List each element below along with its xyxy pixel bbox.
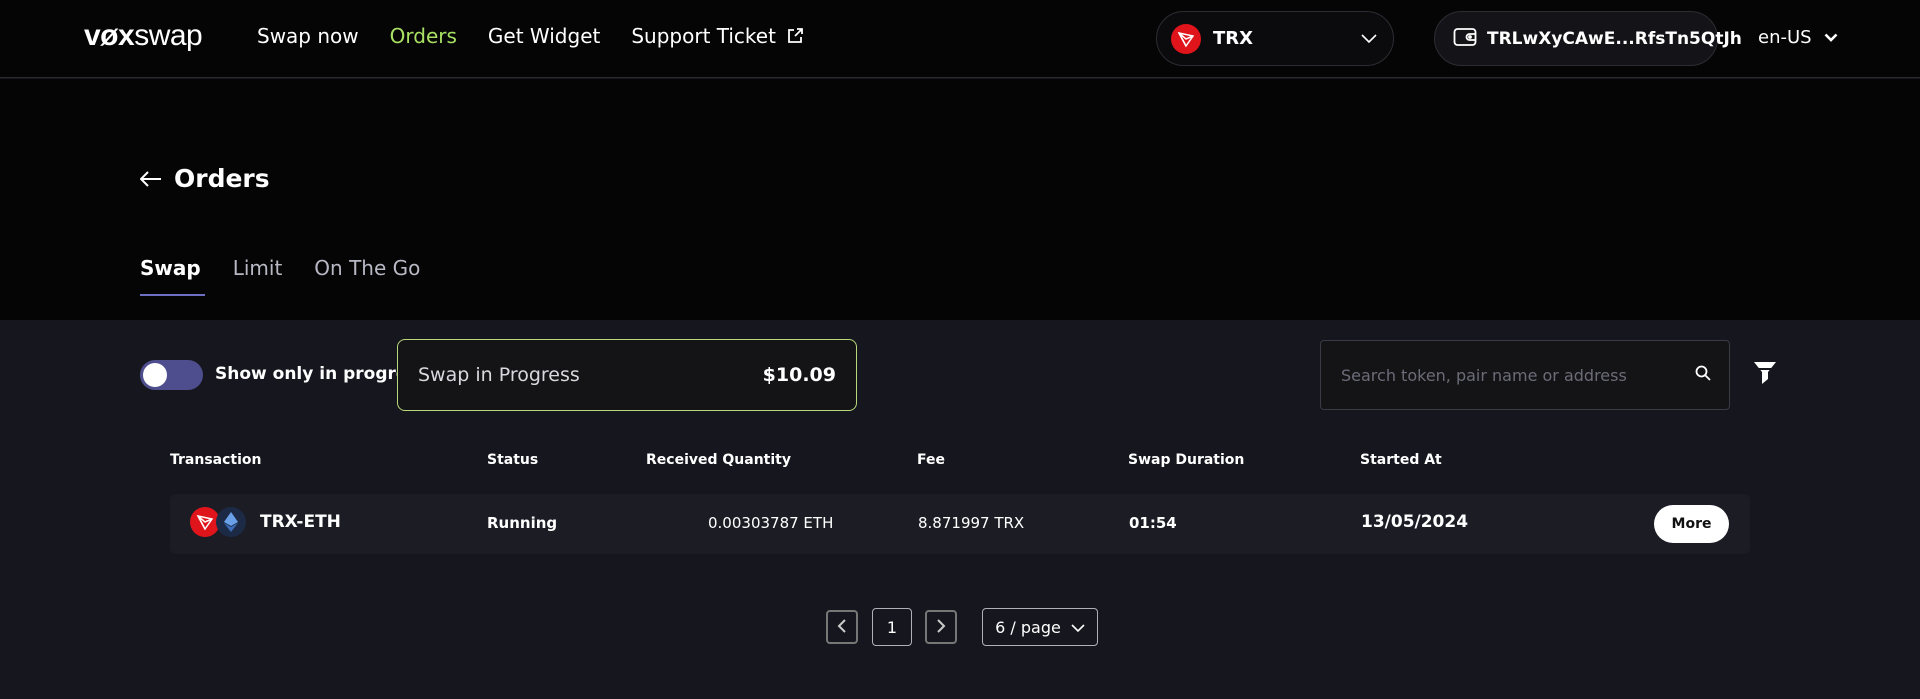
next-page-button[interactable] (925, 610, 957, 644)
chevron-right-icon (936, 618, 946, 637)
chevron-down-icon (1071, 618, 1085, 637)
tab-swap[interactable]: Swap (140, 256, 205, 296)
column-header: Fee (917, 452, 945, 468)
page-size-select[interactable]: 6 / page (982, 608, 1098, 646)
back-to-orders[interactable]: Orders (140, 164, 270, 193)
column-header: Status (487, 452, 539, 468)
nav-orders[interactable]: Orders (390, 24, 457, 48)
in-progress-toggle[interactable] (140, 360, 203, 390)
order-tabs: Swap Limit On The Go (140, 256, 452, 296)
logo-text-part1: vøx (84, 19, 135, 52)
toggle-label: Show only in progress (215, 364, 428, 384)
external-link-icon (786, 27, 804, 45)
chain-selector[interactable]: TRX (1156, 11, 1394, 66)
search-input[interactable] (1341, 365, 1695, 385)
swap-in-progress-summary: Swap in Progress $10.09 (397, 339, 857, 411)
table-row: TRX-ETH Running 0.00303787 ETH 8.871997 … (170, 494, 1750, 554)
column-header: Swap Duration (1128, 452, 1245, 468)
progress-amount: $10.09 (762, 364, 836, 386)
top-header: vøx swap Swap now Orders Get Widget Suppo… (0, 0, 1920, 78)
prev-page-button[interactable] (826, 610, 858, 644)
page-size-label: 6 / page (995, 617, 1061, 637)
duration-cell: 01:54 (1129, 514, 1177, 532)
page-title: Orders (174, 164, 270, 193)
filter-icon[interactable] (1752, 360, 1778, 390)
progress-label: Swap in Progress (418, 364, 580, 386)
wallet-icon (1453, 26, 1477, 52)
search-icon[interactable] (1695, 365, 1711, 385)
pair-name: TRX-ETH (260, 512, 341, 532)
page-number-button[interactable]: 1 (872, 608, 912, 646)
tron-icon (1171, 23, 1201, 54)
started-at-cell: 13/05/2024 (1361, 512, 1469, 532)
received-cell: 0.00303787 ETH (708, 514, 834, 532)
column-header: Received Quantity (646, 452, 791, 468)
column-header: Started At (1360, 452, 1442, 468)
chevron-left-icon (837, 618, 847, 637)
more-button[interactable]: More (1654, 505, 1729, 543)
fee-cell: 8.871997 TRX (918, 514, 1025, 532)
transaction-pair: TRX-ETH (190, 507, 341, 537)
language-label: en-US (1758, 27, 1812, 48)
table-header: Transaction Status Received Quantity Fee… (0, 452, 1920, 472)
logo-text-part2: swap (134, 19, 203, 52)
wallet-address: TRLwXyCAwE...RfsTn5QtJh (1487, 28, 1742, 49)
nav-get-widget[interactable]: Get Widget (488, 24, 600, 48)
language-selector[interactable]: en-US (1758, 27, 1838, 48)
nav-swap-now[interactable]: Swap now (257, 24, 359, 48)
chevron-down-icon (1824, 27, 1838, 48)
search-box (1320, 340, 1730, 410)
ethereum-icon (216, 507, 246, 537)
chain-label: TRX (1213, 28, 1254, 49)
voxswap-logo[interactable]: vøx swap (84, 19, 203, 52)
wallet-button[interactable]: TRLwXyCAwE...RfsTn5QtJh (1434, 11, 1742, 66)
column-header: Transaction (170, 452, 262, 468)
nav-support-ticket-label: Support Ticket (631, 24, 776, 48)
nav-support-ticket[interactable]: Support Ticket (631, 24, 804, 48)
tab-limit[interactable]: Limit (233, 256, 283, 296)
status-cell: Running (487, 514, 558, 532)
tab-on-the-go[interactable]: On The Go (314, 256, 420, 296)
arrow-left-icon (140, 170, 162, 187)
chevron-down-icon (1361, 29, 1377, 48)
toggle-knob (143, 363, 167, 387)
main-nav: Swap now Orders Get Widget Support Ticke… (257, 24, 835, 48)
